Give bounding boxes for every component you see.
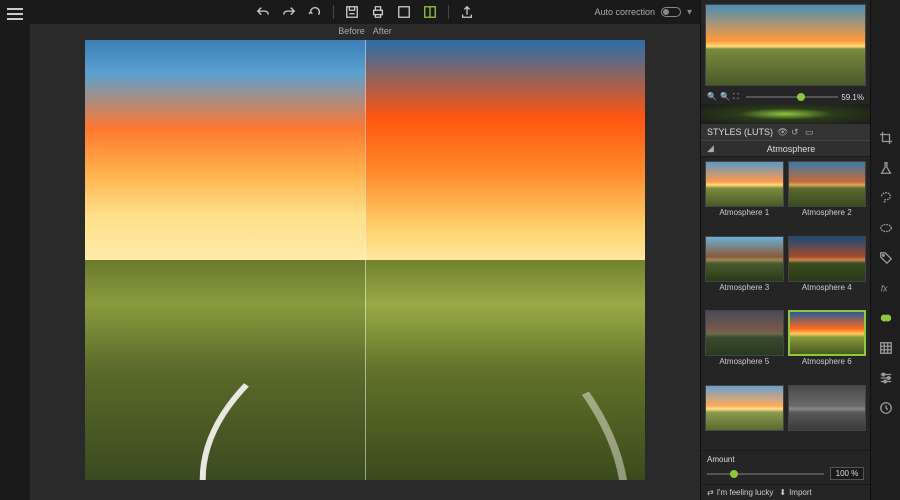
fx-icon[interactable]: fx [878,280,894,296]
preset-5[interactable]: Atmosphere 5 [705,310,784,381]
preset-thumb [788,385,867,431]
preset-thumb [705,236,784,282]
preset-thumb [788,310,867,356]
lasso-icon[interactable] [878,190,894,206]
reset-icon[interactable]: ↺ [791,127,801,137]
amount-slider[interactable] [707,473,824,475]
grid-icon[interactable] [878,340,894,356]
top-toolbar: Auto correction ▾ [30,0,700,24]
collapse-icon[interactable]: ◢ [707,143,714,154]
zoom-slider[interactable] [746,96,838,98]
eye-icon[interactable]: 👁 [777,127,787,137]
tag-icon[interactable] [878,250,894,266]
accent-band [701,104,870,124]
preset-thumb [705,310,784,356]
share-icon[interactable] [459,4,475,20]
chevron-down-icon[interactable]: ▾ [687,7,692,18]
preset-3[interactable]: Atmosphere 3 [705,236,784,307]
svg-text:fx: fx [880,284,887,294]
preset-thumb [788,236,867,282]
amount-value[interactable]: 100 % [830,467,864,480]
before-label: Before [338,26,365,36]
preset-label: Atmosphere 5 [705,357,784,366]
zoom-in-icon[interactable]: 🔍 [720,92,730,102]
history-icon[interactable] [878,400,894,416]
preset-thumb [705,161,784,207]
auto-correction-toggle[interactable] [661,7,681,17]
single-view-icon[interactable] [396,4,412,20]
section-name[interactable]: Atmosphere [718,144,864,154]
fit-icon[interactable]: ⛶ [733,92,743,102]
amount-label: Amount [707,455,735,464]
shuffle-icon: ⇄ [707,488,714,497]
menu-button[interactable] [7,8,23,20]
venn-icon[interactable] [878,310,894,326]
preset-2[interactable]: Atmosphere 2 [788,161,867,232]
crop-icon[interactable] [878,130,894,146]
zoom-percent: 59.1% [841,93,864,102]
split-view-icon[interactable] [422,4,438,20]
styles-panel: 🔍 🔍 ⛶ 59.1% STYLES (LUTS) 👁 ↺ ▭ ◢ Atmosp… [700,0,870,500]
preset-label: Atmosphere 3 [705,283,784,292]
navigator-preview[interactable] [705,4,866,86]
import-icon: ⬇ [779,488,786,497]
preset-7[interactable] [705,385,784,447]
preset-label: Atmosphere 6 [788,357,867,366]
image-canvas[interactable] [85,40,645,480]
preset-6[interactable]: Atmosphere 6 [788,310,867,381]
tool-rail: fx [870,0,900,500]
zoom-out-icon[interactable]: 🔍 [707,92,717,102]
preset-4[interactable]: Atmosphere 4 [788,236,867,307]
compare-icon[interactable]: ▭ [805,127,815,137]
redo-icon[interactable] [281,4,297,20]
preset-8[interactable] [788,385,867,447]
sliders-icon[interactable] [878,370,894,386]
ellipse-icon[interactable] [878,220,894,236]
import-button[interactable]: ⬇ Import [779,488,811,497]
preset-thumb [705,385,784,431]
undo-icon[interactable] [255,4,271,20]
panel-title: STYLES (LUTS) [707,127,773,137]
preset-label: Atmosphere 4 [788,283,867,292]
feeling-lucky-button[interactable]: ⇄ I'm feeling lucky [707,488,773,497]
save-icon[interactable] [344,4,360,20]
preset-label: Atmosphere 2 [788,208,867,217]
flask-icon[interactable] [878,160,894,176]
print-icon[interactable] [370,4,386,20]
after-label: After [373,26,392,36]
split-divider[interactable] [365,40,366,480]
rotate-icon[interactable] [307,4,323,20]
preset-1[interactable]: Atmosphere 1 [705,161,784,232]
preset-grid: Atmosphere 1 Atmosphere 2 Atmosphere 3 Atmo… [701,157,870,450]
auto-correction-label: Auto correction [594,7,655,17]
preset-label: Atmosphere 1 [705,208,784,217]
preset-thumb [788,161,867,207]
